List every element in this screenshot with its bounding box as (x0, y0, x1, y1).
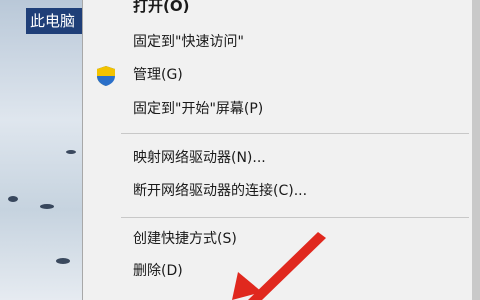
menu-item-label: 映射网络驱动器(N)... (133, 150, 266, 166)
menu-item-disconnect-network-drive[interactable]: 断开网络驱动器的连接(C)... (83, 177, 471, 205)
desktop-wallpaper-mark (66, 150, 76, 154)
menu-item-label: 固定到"开始"屏幕(P) (133, 101, 264, 117)
menu-item-open[interactable]: 打开(O) (83, 0, 471, 20)
menu-shadow (472, 0, 480, 300)
shield-icon (97, 66, 115, 86)
menu-item-map-network-drive[interactable]: 映射网络驱动器(N)... (83, 144, 471, 172)
menu-item-delete[interactable]: 删除(D) (83, 257, 471, 285)
menu-item-label: 删除(D) (133, 263, 183, 279)
menu-item-label: 断开网络驱动器的连接(C)... (133, 183, 308, 199)
desktop-wallpaper-mark (8, 196, 18, 202)
context-menu: 打开(O) 固定到"快速访问" 管理(G) 固定到"开始"屏幕(P) 映射网络驱… (82, 0, 472, 300)
desktop-background: 此电脑 (0, 0, 86, 300)
menu-item-label: 固定到"快速访问" (133, 34, 244, 50)
menu-separator (121, 217, 469, 218)
desktop-icon-label[interactable]: 此电脑 (26, 8, 86, 34)
menu-item-label: 创建快捷方式(S) (133, 231, 237, 247)
menu-item-label: 管理(G) (133, 67, 183, 83)
menu-item-pin-quick-access[interactable]: 固定到"快速访问" (83, 28, 471, 56)
desktop-wallpaper-mark (56, 258, 70, 264)
menu-item-manage[interactable]: 管理(G) (83, 61, 471, 89)
desktop-wallpaper-mark (40, 204, 54, 209)
menu-separator (121, 133, 469, 134)
menu-item-create-shortcut[interactable]: 创建快捷方式(S) (83, 225, 471, 253)
menu-item-pin-start[interactable]: 固定到"开始"屏幕(P) (83, 95, 471, 123)
menu-item-label: 打开(O) (133, 0, 190, 15)
